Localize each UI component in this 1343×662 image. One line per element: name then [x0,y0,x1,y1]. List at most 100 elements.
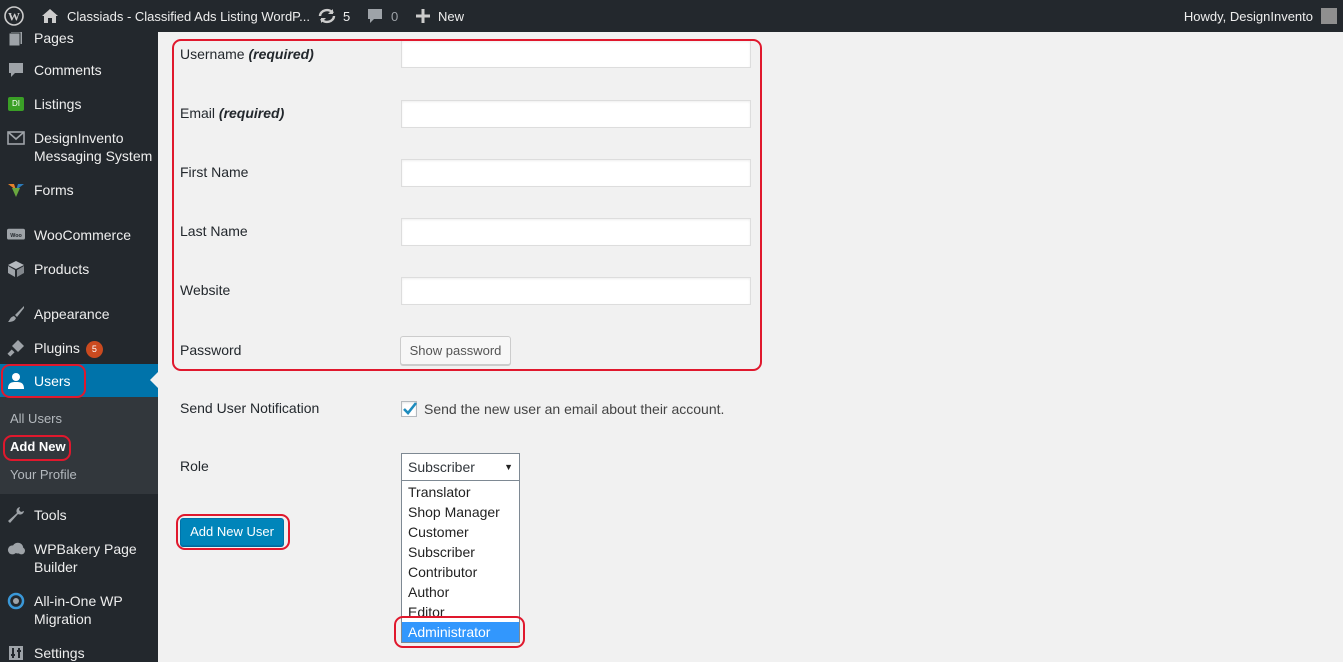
submenu-item-all-users[interactable]: All Users [10,410,62,428]
required-marker: (required) [248,46,314,62]
sidebar-item-label: Users [34,373,71,389]
users-submenu: All Users Add New Your Profile [0,397,158,494]
submenu-item-your-profile[interactable]: Your Profile [10,466,77,484]
wrench-icon [7,506,25,524]
required-marker: (required) [218,105,285,121]
admin-sidebar: Pages Comments DI Listings DesignInvento… [0,32,158,662]
highlight-form-fields [172,39,762,371]
admin-bar: W Classiads - Classified Ads Listing Wor… [0,0,1343,32]
updates-icon [317,8,337,24]
sidebar-item-forms[interactable]: Forms [0,178,158,202]
new-content-link[interactable]: New [416,0,464,32]
comment-icon [7,61,25,79]
sidebar-item-label: All-in-One WP [34,593,123,609]
howdy-text: Howdy, DesignInvento [1183,8,1313,24]
role-option-translator[interactable]: Translator [402,482,519,502]
sidebar-item-products[interactable]: Products [0,257,158,281]
last-name-label: Last Name [180,223,248,239]
updates-link[interactable]: 5 [317,0,350,32]
notification-label: Send User Notification [180,400,320,416]
website-label: Website [180,282,231,298]
sidebar-item-label: Plugins 5 [34,339,103,358]
avatar [1321,8,1337,24]
email-label: Email (required) [180,105,285,121]
sidebar-item-wpbakery[interactable]: WPBakery Page Builder [0,537,158,577]
role-label: Role [180,458,209,474]
sidebar-item-label: Comments [34,62,102,78]
sidebar-item-label-line2: Messaging System [34,148,153,164]
box-icon [7,260,25,278]
notification-checkbox[interactable] [401,401,418,417]
svg-text:W: W [8,10,20,24]
role-option-administrator[interactable]: Administrator [402,622,519,642]
first-name-label: First Name [180,164,249,180]
show-password-button[interactable]: Show password [400,336,511,365]
sidebar-item-label: Pages [34,32,74,46]
settings-icon [7,644,25,662]
forms-icon [7,181,25,199]
role-option-editor[interactable]: Editor [402,602,519,622]
submenu-item-add-new[interactable]: Add New [10,438,66,456]
comment-bubble-icon [367,8,383,24]
sidebar-item-label: DesignInvento [34,130,124,146]
plugin-icon [7,339,25,357]
last-name-input[interactable] [401,218,751,246]
plus-icon [416,9,430,23]
mail-icon [7,129,25,147]
username-label: Username (required) [180,46,314,62]
first-name-input[interactable] [401,159,751,187]
role-options-list: Translator Shop Manager Customer Subscri… [401,481,520,643]
dropdown-arrow-icon: ▼ [504,462,513,472]
role-select[interactable]: Subscriber ▼ [401,453,520,481]
sidebar-item-tools[interactable]: Tools [0,503,158,527]
notification-checkbox-text: Send the new user an email about their a… [424,401,725,417]
role-option-shop-manager[interactable]: Shop Manager [402,502,519,522]
email-input[interactable] [401,100,751,128]
role-option-author[interactable]: Author [402,582,519,602]
sidebar-item-label: Appearance [34,306,110,322]
account-menu[interactable]: Howdy, DesignInvento [1184,0,1337,32]
sidebar-item-label: Products [34,261,90,277]
sidebar-item-users[interactable]: Users [0,364,158,398]
sidebar-item-appearance[interactable]: Appearance [0,302,158,326]
add-new-user-button[interactable]: Add New User [180,518,284,546]
new-label: New [438,8,465,24]
role-selected-value: Subscriber [408,459,475,475]
paintbrush-icon [7,305,25,323]
cloud-icon [7,540,25,558]
sidebar-item-settings[interactable]: Settings [0,641,158,662]
comments-count: 0 [391,8,399,24]
woocommerce-icon: Woo [7,226,25,244]
plugins-update-badge: 5 [85,341,103,358]
sidebar-item-pages[interactable]: Pages [0,32,158,50]
sidebar-item-label-line2: Builder [34,559,78,575]
comments-link[interactable]: 0 [367,0,398,32]
sidebar-item-messaging[interactable]: DesignInvento Messaging System [0,126,158,166]
sidebar-item-migration[interactable]: All-in-One WP Migration [0,589,158,629]
username-input[interactable] [401,40,751,68]
sidebar-item-label: Forms [34,182,74,198]
pages-icon [7,32,25,47]
sidebar-item-label: WPBakery Page [34,541,137,557]
role-option-customer[interactable]: Customer [402,522,519,542]
sidebar-item-comments[interactable]: Comments [0,58,158,82]
website-input[interactable] [401,277,751,305]
role-option-subscriber[interactable]: Subscriber [402,542,519,562]
site-title: Classiads - Classified Ads Listing WordP… [67,8,311,24]
sidebar-item-plugins[interactable]: Plugins 5 [0,336,158,360]
sidebar-item-label-line2: Migration [34,611,92,627]
wordpress-logo-button[interactable]: W [4,0,28,32]
sidebar-item-woocommerce[interactable]: Woo WooCommerce [0,223,158,247]
checkmark-icon [403,402,418,415]
home-icon [41,8,59,24]
di-icon: DI [7,95,25,113]
site-name-link[interactable]: Classiads - Classified Ads Listing WordP… [41,0,310,32]
sidebar-item-label: WooCommerce [34,227,131,243]
role-option-contributor[interactable]: Contributor [402,562,519,582]
sidebar-item-label: Listings [34,96,82,112]
sidebar-item-label: Tools [34,507,67,523]
svg-text:Woo: Woo [10,233,22,239]
sidebar-item-listings[interactable]: DI Listings [0,92,158,116]
sidebar-item-label: Settings [34,645,85,661]
migration-icon [7,592,25,610]
